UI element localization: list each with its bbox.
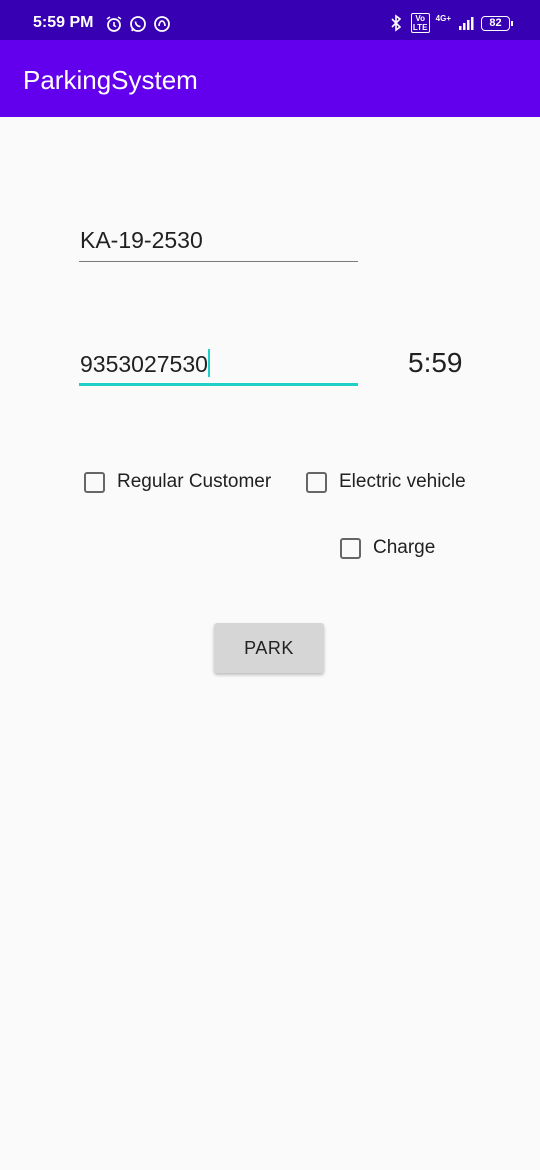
electric-vehicle-label: Electric vehicle xyxy=(339,471,466,492)
electric-vehicle-checkbox[interactable]: Electric vehicle xyxy=(306,471,466,493)
status-time: 5:59 PM xyxy=(33,14,94,31)
charge-checkbox[interactable]: Charge xyxy=(340,537,435,559)
checkbox-box[interactable] xyxy=(306,471,327,493)
phone-number-field[interactable]: 9353027530 xyxy=(79,349,358,386)
vehicle-number-field[interactable]: KA-19-2530 xyxy=(79,227,358,262)
text-cursor xyxy=(207,349,210,377)
phone-number-value: 9353027530 xyxy=(80,351,208,377)
signal-icon xyxy=(459,17,474,30)
checkbox-box[interactable] xyxy=(84,471,105,493)
charge-label: Charge xyxy=(373,537,436,558)
status-bar: 5:59 PM Vo LTE 4G+ 82 xyxy=(0,0,540,40)
regular-customer-label: Regular Customer xyxy=(117,471,272,492)
whatsapp-icon xyxy=(130,16,146,32)
volte-icon: Vo LTE xyxy=(410,13,430,33)
bluetooth-icon xyxy=(391,14,401,32)
sync-icon xyxy=(154,16,170,32)
app-bar: ParkingSystem xyxy=(0,40,540,117)
app-title: ParkingSystem xyxy=(23,65,198,95)
checkbox-box[interactable] xyxy=(340,537,361,559)
park-button[interactable]: PARK xyxy=(214,623,324,673)
battery-icon: 82 xyxy=(481,15,513,31)
status-right-icons: Vo LTE 4G+ 82 xyxy=(387,12,513,34)
regular-customer-checkbox[interactable]: Regular Customer xyxy=(84,471,271,493)
alarm-icon xyxy=(106,16,122,32)
time-display: 5:59 xyxy=(408,347,463,378)
status-left-icons xyxy=(105,15,171,33)
network-type-label: 4G+ xyxy=(435,13,451,23)
